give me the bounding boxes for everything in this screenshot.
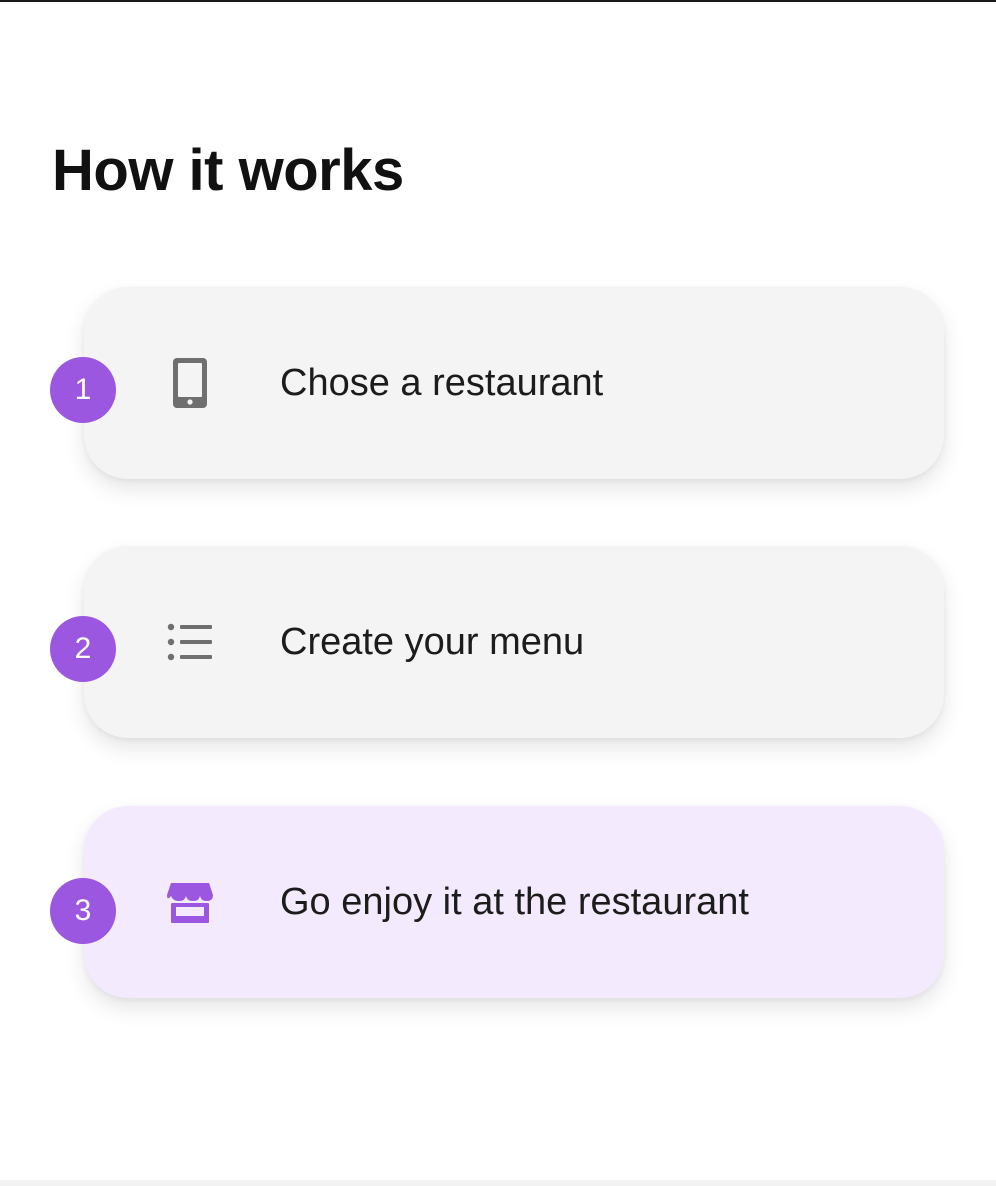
bottom-divider: [0, 1180, 996, 1186]
list-icon: [164, 616, 216, 668]
top-border: [0, 0, 996, 2]
step-label: Create your menu: [280, 621, 585, 663]
storefront-icon: [164, 876, 216, 928]
step-card-choose-restaurant[interactable]: Chose a restaurant: [84, 287, 944, 479]
step-card-enjoy-restaurant[interactable]: Go enjoy it at the restaurant: [84, 806, 944, 998]
page-title: How it works: [52, 138, 404, 203]
step-label: Go enjoy it at the restaurant: [280, 881, 749, 923]
smartphone-icon: [164, 357, 216, 409]
step-number-badge: 1: [50, 357, 116, 423]
step-label: Chose a restaurant: [280, 362, 604, 404]
step-number-badge: 2: [50, 616, 116, 682]
step-card-create-menu[interactable]: Create your menu: [84, 546, 944, 738]
step-number-badge: 3: [50, 878, 116, 944]
